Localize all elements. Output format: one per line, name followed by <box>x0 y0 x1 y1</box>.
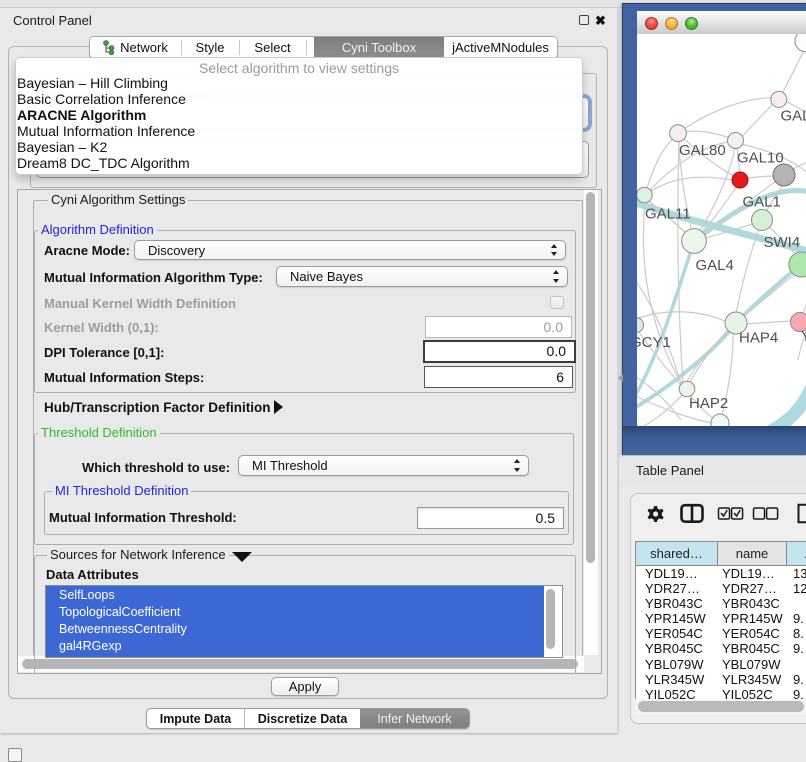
svg-text:GAL4: GAL4 <box>696 257 734 274</box>
svg-text:Y: Y <box>801 328 806 345</box>
svg-text:HAP4: HAP4 <box>739 330 778 347</box>
svg-text:GCY1: GCY1 <box>637 334 671 351</box>
svg-text:GAL10: GAL10 <box>737 150 784 167</box>
svg-text:GAL11: GAL11 <box>645 206 691 223</box>
svg-text:GAL80: GAL80 <box>679 142 726 159</box>
svg-text:GAL1: GAL1 <box>743 194 781 211</box>
svg-text:HAP2: HAP2 <box>689 395 728 412</box>
svg-text:GAL7: GAL7 <box>781 108 806 125</box>
svg-text:SWI4: SWI4 <box>764 234 801 251</box>
